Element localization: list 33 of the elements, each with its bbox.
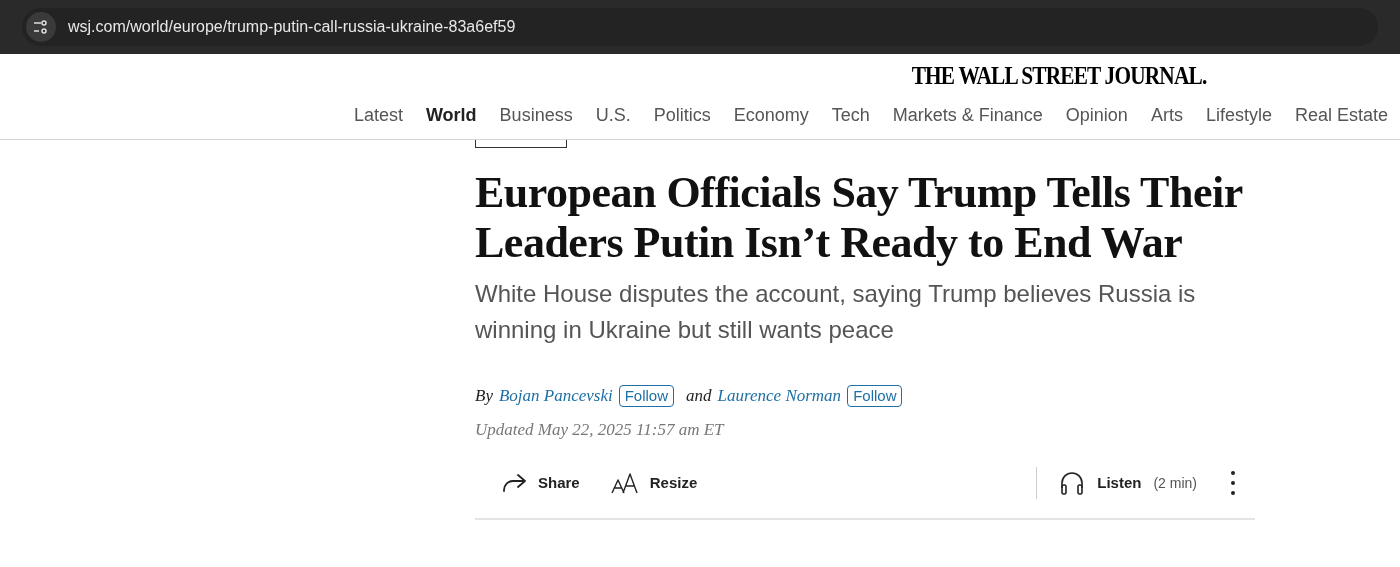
listen-duration: (2 min) [1153,473,1197,493]
nav-link[interactable]: Latest [353,102,403,129]
headline: European Officials Say Trump Tells Their Leaders Putin Isn’t Ready to End War [475,168,1244,268]
updated-timestamp: Updated May 22, 2025 11:57 am ET [475,418,726,441]
nav-link[interactable]: Politics [653,102,711,129]
nav-link[interactable]: Real Estate [1294,102,1388,129]
listen-button[interactable]: Listen [1059,470,1142,496]
nav-link[interactable]: World [425,102,477,129]
byline-connector: and [686,385,712,407]
masthead-logo[interactable]: THE WALL STREET JOURNAL. [911,60,1206,92]
site-settings-icon[interactable] [26,12,56,42]
share-button[interactable]: Share [500,471,580,495]
share-icon [500,471,528,495]
text-size-icon [609,471,640,495]
headphones-icon [1059,470,1086,496]
follow-button[interactable]: Follow [847,384,903,407]
follow-button[interactable]: Follow [618,384,675,407]
more-options-icon[interactable] [1231,471,1235,495]
nav-link[interactable]: Lifestyle [1205,102,1272,129]
author-link[interactable]: Bojan Pancevski [498,383,613,409]
nav-link[interactable]: Arts [1150,102,1183,129]
address-bar[interactable]: wsj.com/world/europe/trump-putin-call-russia-ukraine-83a6ef59 [22,8,1378,46]
nav-link[interactable]: Markets & Finance [892,102,1043,129]
subheadline: White House disputes the account, saying Trump believes Russia is winning in Ukraine but still wants peace [475,279,1197,345]
byline-prefix: By [475,385,493,407]
resize-button[interactable]: Resize [609,471,698,495]
author-link[interactable]: Laurence Norman [717,383,842,409]
nav-link[interactable]: U.S. [595,102,631,129]
nav-link[interactable]: Opinion [1065,102,1128,129]
nav-link[interactable]: Tech [831,102,870,129]
url-text: wsj.com/world/europe/trump-putin-call-russia-ukraine-83a6ef59 [68,17,516,37]
nav-link[interactable]: Business [499,102,573,129]
nav-link[interactable]: Economy [733,102,809,129]
